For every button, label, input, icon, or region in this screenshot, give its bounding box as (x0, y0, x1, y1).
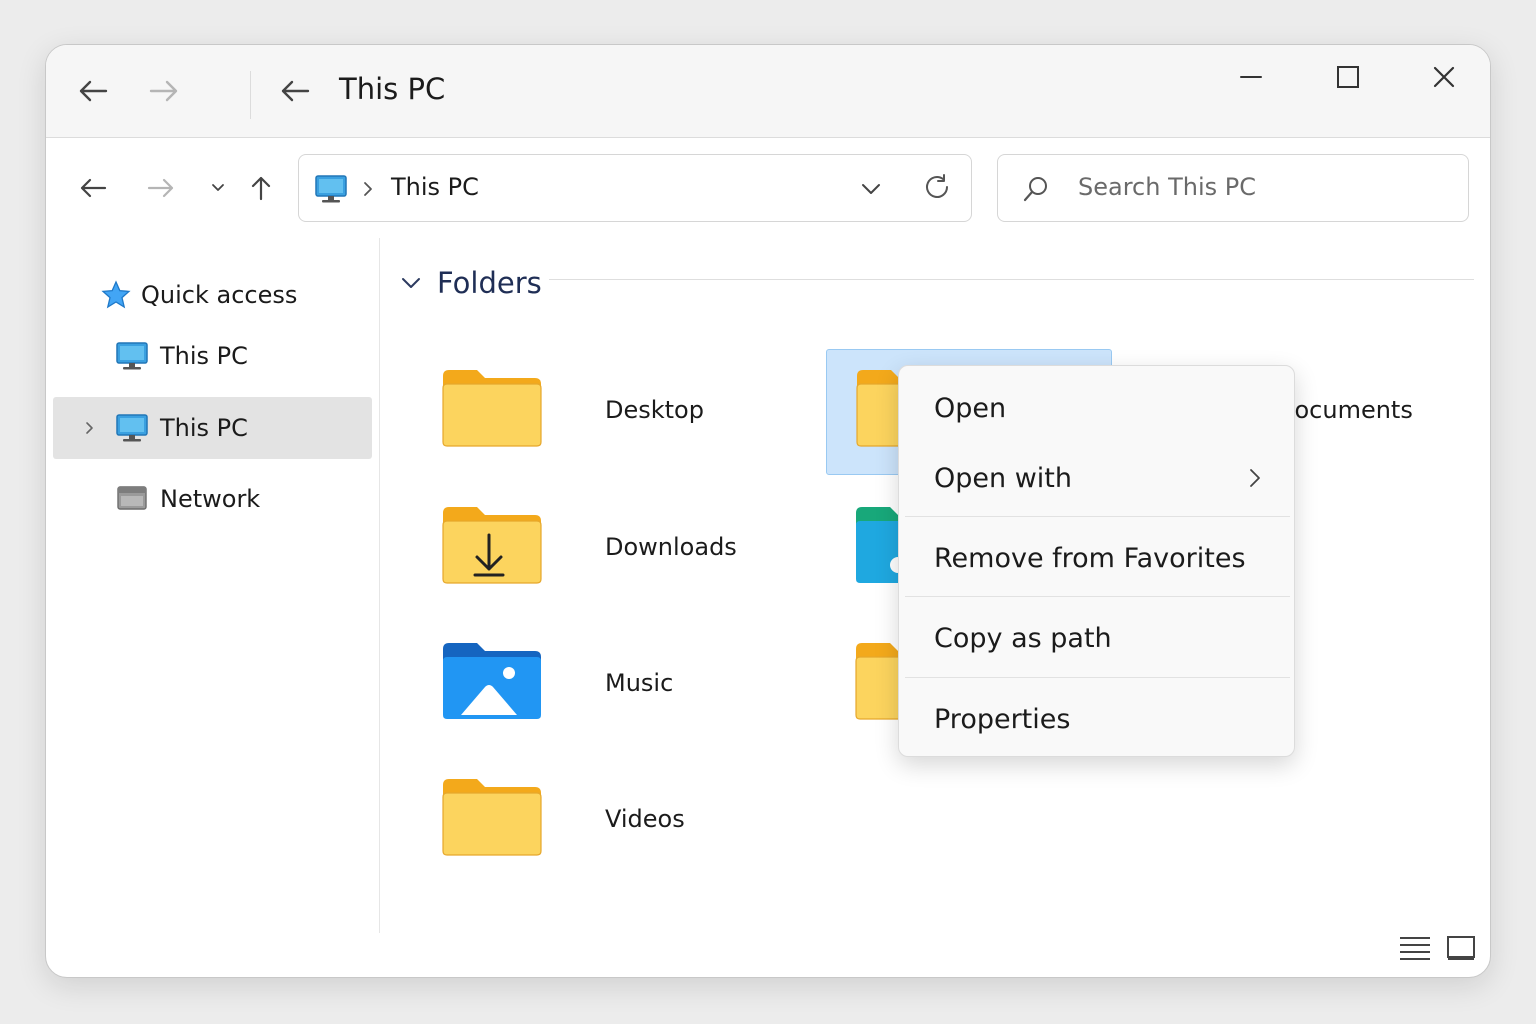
section-title: Folders (437, 266, 542, 300)
menu-item-label: Properties (934, 703, 1071, 735)
menu-item-copy-as-path[interactable]: Copy as path (899, 608, 1294, 668)
chevron-right-icon[interactable] (85, 421, 95, 435)
menu-separator (905, 677, 1290, 678)
titlebar-back-button[interactable] (69, 67, 117, 115)
menu-item-label: Remove from Favorites (934, 542, 1246, 574)
sidebar-item-label: Quick access (141, 281, 298, 309)
titlebar-forward-button[interactable] (140, 67, 188, 115)
arrow-right-icon (149, 80, 178, 102)
section-divider (549, 279, 1474, 280)
search-input[interactable]: Search This PC (997, 154, 1469, 222)
sidebar-item-quick-access[interactable]: Quick access (53, 264, 372, 326)
sidebar-item-this-pc[interactable]: This PC (53, 325, 372, 387)
chevron-down-icon[interactable] (861, 182, 881, 196)
minimize-button[interactable] (1227, 53, 1275, 101)
up-button[interactable] (239, 166, 283, 210)
star-icon (101, 280, 131, 309)
context-menu: Open Open with Remove from Favorites Cop… (898, 365, 1295, 757)
details-view-icon (1400, 937, 1430, 960)
chevron-right-icon (1250, 469, 1260, 487)
computer-icon (315, 175, 347, 203)
menu-item-open[interactable]: Open (899, 378, 1294, 438)
menu-item-label: Copy as path (934, 622, 1112, 654)
computer-icon (116, 342, 148, 370)
menu-item-label: Open with (934, 462, 1072, 494)
folders-section-header[interactable]: Folders (401, 266, 542, 300)
folder-label: Desktop (605, 396, 704, 424)
menu-separator (905, 516, 1290, 517)
arrow-left-icon (79, 80, 108, 102)
menu-item-label: Open (934, 392, 1007, 424)
menu-item-open-with[interactable]: Open with (899, 448, 1294, 508)
refresh-icon[interactable] (924, 174, 952, 202)
recent-locations-button[interactable] (196, 166, 240, 210)
search-icon (1023, 177, 1047, 202)
navigation-pane: Quick access This PC This PC Network (46, 238, 380, 933)
folder-icon (442, 779, 542, 856)
titlebar-up-back-button[interactable] (271, 67, 319, 115)
arrow-right-icon (147, 178, 174, 198)
sidebar-item-label: This PC (160, 414, 248, 442)
arrow-up-icon (251, 176, 271, 201)
arrow-left-icon (281, 80, 310, 102)
sidebar-item-label: Network (160, 485, 261, 513)
chevron-down-icon[interactable] (401, 276, 421, 290)
chevron-right-icon (364, 182, 372, 196)
large-icons-view-icon (1447, 936, 1475, 960)
menu-item-properties[interactable]: Properties (899, 689, 1294, 749)
chevron-down-icon (212, 184, 224, 191)
folder-videos[interactable]: Videos (421, 757, 707, 883)
forward-button[interactable] (139, 166, 183, 210)
navigation-bar: This PC Search This PC (46, 138, 1490, 238)
folder-label: Downloads (605, 533, 737, 561)
menu-separator (905, 596, 1290, 597)
close-icon (1433, 66, 1455, 88)
folder-label: Documents (1276, 396, 1413, 424)
close-button[interactable] (1420, 53, 1468, 101)
pictures-folder-icon (443, 643, 541, 719)
large-icons-view-button[interactable] (1443, 933, 1479, 963)
folder-label: Videos (605, 805, 685, 833)
folder-label: Music (605, 669, 674, 697)
sidebar-item-this-pc-selected[interactable]: This PC (53, 397, 372, 459)
maximize-icon (1337, 66, 1359, 88)
maximize-button[interactable] (1324, 53, 1372, 101)
downloads-folder-icon (442, 507, 542, 584)
computer-icon (116, 414, 148, 442)
folder-icon (442, 370, 542, 447)
folder-desktop[interactable]: Desktop (421, 348, 707, 474)
details-view-button[interactable] (1397, 933, 1433, 963)
arrow-left-icon (80, 178, 107, 198)
network-icon (117, 486, 147, 510)
folder-downloads[interactable]: Downloads (421, 485, 737, 611)
title-bar: This PC (46, 45, 1490, 138)
search-placeholder: Search This PC (1078, 173, 1256, 201)
sidebar-item-label: This PC (160, 342, 248, 370)
minimize-icon (1240, 76, 1262, 78)
titlebar-divider (250, 71, 251, 119)
address-bar[interactable]: This PC (298, 154, 972, 222)
window-title: This PC (339, 72, 446, 106)
sidebar-item-network[interactable]: Network (53, 468, 372, 530)
menu-item-remove-from-favorites[interactable]: Remove from Favorites (899, 528, 1294, 588)
back-button[interactable] (71, 166, 115, 210)
folder-pictures[interactable]: Music (421, 621, 707, 747)
address-path[interactable]: This PC (391, 173, 479, 201)
